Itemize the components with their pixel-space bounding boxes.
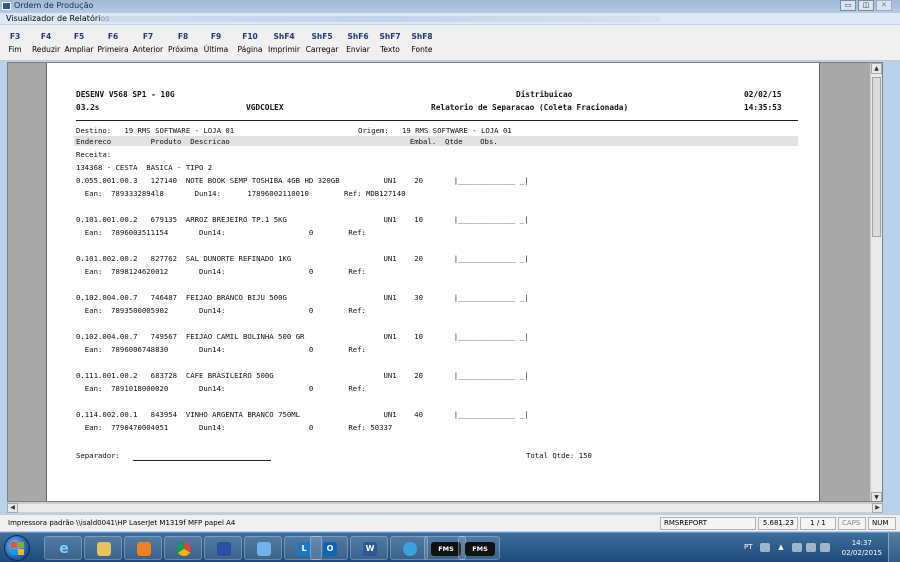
report-module: Distribuicao (516, 90, 573, 99)
item-row: 0.101.002.00.2 827762 SAL DUNORTE REFINA… (76, 254, 529, 263)
fonte-button[interactable]: ShF8 Fonte (407, 32, 437, 54)
maximize-icon[interactable]: ◫ (858, 0, 874, 11)
outer-title-bar: Ordem de Produção ▭ ◫ ✕ (0, 0, 900, 13)
caps-status: CAPS (838, 517, 866, 530)
pagina-button[interactable]: F10 Página (234, 32, 266, 54)
scroll-down-icon[interactable]: ▼ (871, 492, 882, 501)
internet-explorer-icon[interactable]: e (44, 536, 82, 560)
report-viewport[interactable]: DESENV V568 SP1 - 10G Distribuicao 02/02… (7, 62, 883, 502)
toolbar: F3 Fim F4 Reduzir F5 Ampliar F6 Primeira F7 A… (0, 25, 900, 61)
horizontal-scrollbar[interactable]: ◀ ▶ (7, 503, 883, 513)
status-bar: Impressora padrão \\isald0041\HP LaserJe… (0, 514, 900, 531)
item-row: 0.111.001.00.2 683728 CAFE BRASILEIRO 50… (76, 371, 529, 380)
vertical-scroll-thumb[interactable] (872, 77, 881, 237)
item-ean-row: Ean: 7893332894l8 Dun14: 17896002110010 … (76, 189, 406, 198)
primeira-button[interactable]: F6 Primeira (96, 32, 130, 54)
file-explorer-icon[interactable] (84, 536, 122, 560)
column-headers: Endereco Produto Descricao Embal. Qtde O… (76, 137, 498, 146)
report-time: 14:35:53 (744, 103, 782, 112)
reduzir-button[interactable]: F4 Reduzir (30, 32, 62, 54)
chrome-icon[interactable] (164, 536, 202, 560)
ampliar-button[interactable]: F5 Ampliar (63, 32, 95, 54)
media-player-icon[interactable] (124, 536, 162, 560)
windows-start-icon[interactable] (4, 535, 30, 561)
vertical-scrollbar[interactable]: ▲ ▼ (870, 63, 882, 501)
close-icon[interactable]: ✕ (876, 0, 892, 11)
printer-status: Impressora padrão \\isald0041\HP LaserJe… (8, 519, 236, 527)
clock-time: 14:37 (851, 539, 872, 547)
report-body: DESENV V568 SP1 - 10G Distribuicao 02/02… (74, 90, 798, 501)
app-icon (2, 2, 11, 10)
fms-app-2-icon[interactable]: FMS (458, 536, 500, 560)
outer-window-title: Ordem de Produção (14, 1, 94, 10)
separador-signature-line (133, 460, 271, 461)
minimize-icon[interactable]: ▭ (840, 0, 856, 11)
receita-label: Receita: (76, 150, 112, 159)
language-indicator[interactable]: PT (744, 543, 753, 551)
origem-line: Origem: 19 RMS SOFTWARE - LOJA 01 (358, 126, 512, 135)
anterior-button[interactable]: F7 Anterior (130, 32, 166, 54)
viewer-title-bar: Visualizador de Relatórios (0, 13, 900, 25)
item-ean-row: Ean: 7896003511154 Dun14: 0 Ref: (76, 228, 366, 237)
window-controls: ▭ ◫ ✕ (840, 0, 892, 12)
separador-label: Separador: (76, 451, 120, 460)
report-name-status: RMSREPORT (660, 517, 756, 530)
fim-button[interactable]: F3 Fim (4, 32, 26, 54)
item-ean-row: Ean: 7898124620012 Dun14: 0 Ref: (76, 267, 366, 276)
report-system: DESENV V568 SP1 - 10G (76, 90, 175, 99)
scroll-up-icon[interactable]: ▲ (871, 63, 882, 74)
report-title: Relatorio de Separacao (Coleta Fracionad… (431, 103, 629, 112)
cloud-app-icon[interactable] (204, 536, 242, 560)
item-row: 0.102.004.00.7 746487 FEIJAO BRANCO BIJU… (76, 293, 529, 302)
receita-line: 134368 - CESTA BASICA - TIPO 2 (76, 163, 213, 172)
system-tray: PT ▲ 14:37 02/02/2015 (740, 533, 900, 562)
item-ean-row: Ean: 7893500005902 Dun14: 0 Ref: (76, 306, 366, 315)
blurred-title-region (100, 16, 660, 22)
report-date: 02/02/15 (744, 90, 782, 99)
clock-date: 02/02/2015 (841, 549, 882, 557)
texto-button[interactable]: ShF7 Texto (375, 32, 405, 54)
item-ean-row: Ean: 7790470004051 Dun14: 0 Ref: 50337 (76, 423, 393, 432)
ultima-button[interactable]: F9 Última (200, 32, 232, 54)
item-ean-row: Ean: 7896006748830 Dun14: 0 Ref: (76, 345, 366, 354)
item-ean-row: Ean: 7891018000020 Dun14: 0 Ref: (76, 384, 366, 393)
network-app-icon[interactable] (390, 536, 428, 560)
report-version: 03.2s (76, 103, 100, 112)
num-status: NUM (868, 517, 896, 530)
proxima-button[interactable]: F8 Próxima (166, 32, 200, 54)
tray-expand-icon[interactable]: ▲ (776, 543, 786, 552)
report-program: VGDCOLEX (246, 103, 284, 112)
enviar-button[interactable]: ShF6 Enviar (343, 32, 373, 54)
scroll-left-icon[interactable]: ◀ (7, 503, 18, 513)
pages-status: 1 / 1 (800, 517, 836, 530)
volume-icon[interactable] (820, 543, 830, 552)
word-icon[interactable]: W (350, 536, 388, 560)
scroll-right-icon[interactable]: ▶ (872, 503, 883, 513)
outlook-icon[interactable]: O (310, 536, 348, 560)
keyboard-icon[interactable] (760, 543, 770, 552)
header-rule (76, 120, 798, 121)
network-icon[interactable] (806, 543, 816, 552)
item-row: 0.055.001.00.3 127140 NOTE BOOK SEMP TOS… (76, 176, 529, 185)
item-row: 0.102.004.00.7 749567 FEIJAO CAMIL BOLIN… (76, 332, 529, 341)
show-desktop-button[interactable] (888, 533, 900, 562)
destino-line: Destino: 19 RMS SOFTWARE - LOJA 01 (76, 126, 235, 135)
report-page: DESENV V568 SP1 - 10G Distribuicao 02/02… (46, 63, 820, 501)
folder-app-icon[interactable] (244, 536, 282, 560)
size-status: 5.681.23 (758, 517, 798, 530)
viewer-title: Visualizador de Relatórios (6, 14, 110, 23)
action-center-icon[interactable] (792, 543, 802, 552)
taskbar: e L O W FMS FMS PT ▲ 14:37 02/02/2015 (0, 532, 900, 562)
item-row: 0.114.002.00.1 843954 VINHO ARGENTA BRAN… (76, 410, 529, 419)
item-row: 0.101.001.00.2 679135 ARROZ BREJEIRO TP.… (76, 215, 529, 224)
imprimir-button[interactable]: ShF4 Imprimir (265, 32, 303, 54)
total-qtde: Total Qtde: 150 (526, 451, 592, 460)
clock[interactable]: 14:37 02/02/2015 (842, 538, 882, 558)
carregar-button[interactable]: ShF5 Carregar (303, 32, 341, 54)
